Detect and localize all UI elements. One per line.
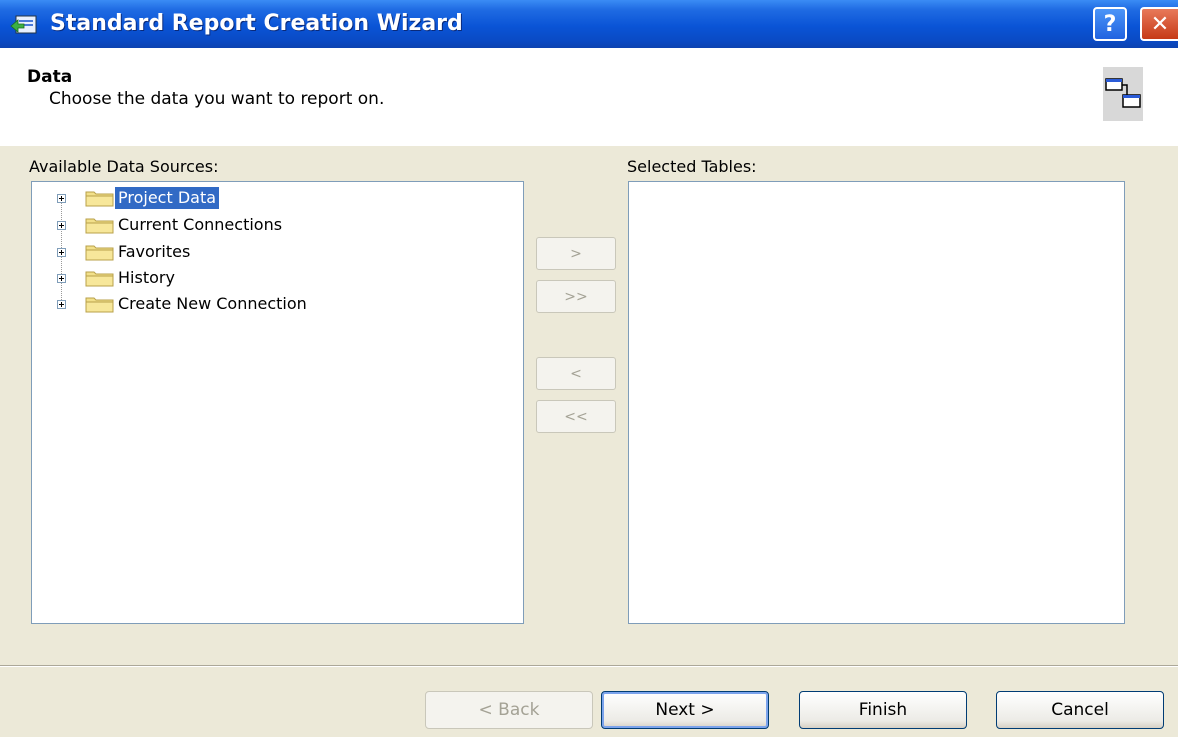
add-all-button[interactable]: >> <box>536 280 616 313</box>
next-button[interactable]: Next > <box>601 691 769 729</box>
remove-all-button[interactable]: << <box>536 400 616 433</box>
help-button[interactable]: ? <box>1093 7 1127 41</box>
tree-item-label: Create New Connection <box>118 294 307 313</box>
folder-icon <box>85 271 114 287</box>
folder-icon <box>85 297 114 313</box>
expand-icon[interactable] <box>57 194 66 203</box>
expand-icon[interactable] <box>57 300 66 309</box>
tree-item-label: Favorites <box>118 242 191 261</box>
tree-item-label: History <box>118 268 175 287</box>
report-wizard-icon <box>10 15 37 34</box>
tree-item-label: Project Data <box>115 187 220 209</box>
title-bar[interactable]: Standard Report Creation Wizard ? ✕ <box>0 0 1178 48</box>
expand-icon[interactable] <box>57 248 66 257</box>
selected-tables-label: Selected Tables: <box>627 157 757 176</box>
cancel-button[interactable]: Cancel <box>996 691 1164 729</box>
step-title: Data <box>27 67 73 87</box>
expand-icon[interactable] <box>57 274 66 283</box>
folder-icon <box>85 191 114 207</box>
available-data-sources-label: Available Data Sources: <box>29 157 219 176</box>
remove-button[interactable]: < <box>536 357 616 390</box>
window-title: Standard Report Creation Wizard <box>50 11 463 36</box>
step-description: Choose the data you want to report on. <box>49 89 385 109</box>
folder-icon <box>85 218 114 234</box>
close-button[interactable]: ✕ <box>1140 7 1178 41</box>
tree-item-label: Current Connections <box>118 215 283 234</box>
available-data-sources-tree[interactable]: Project Data Current Connections Favorit… <box>31 181 524 624</box>
add-button[interactable]: > <box>536 237 616 270</box>
finish-button[interactable]: Finish <box>799 691 967 729</box>
back-button[interactable]: < Back <box>425 691 593 729</box>
expand-icon[interactable] <box>57 221 66 230</box>
selected-tables-list[interactable] <box>628 181 1125 624</box>
folder-icon <box>85 245 114 261</box>
table-link-icon <box>1103 67 1143 121</box>
wizard-window: Standard Report Creation Wizard ? ✕ Data… <box>0 0 1178 737</box>
